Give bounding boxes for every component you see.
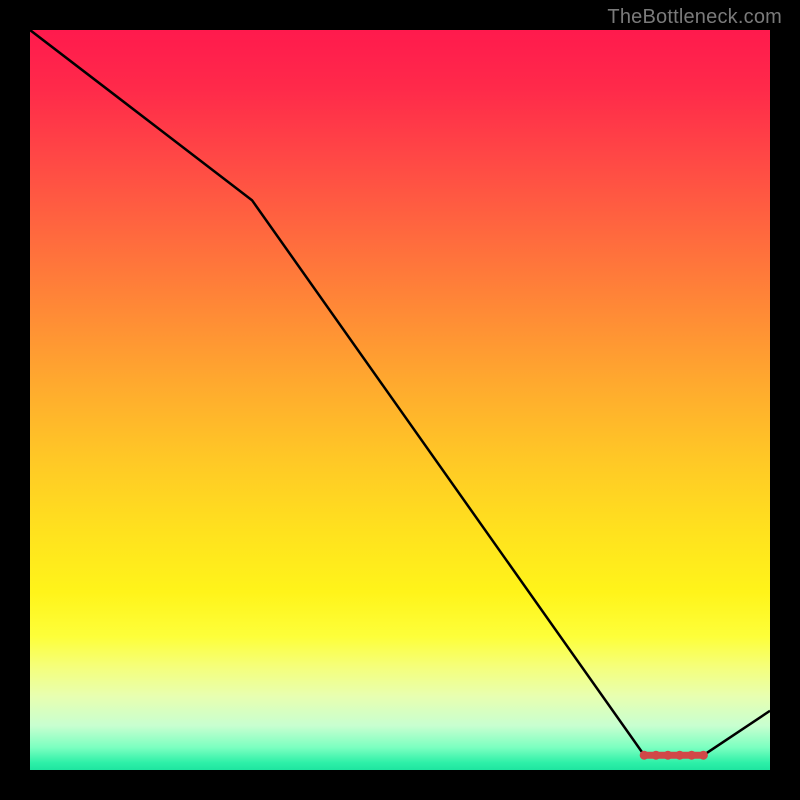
chart-svg bbox=[30, 30, 770, 770]
bottom-markers bbox=[640, 751, 708, 760]
chart-line bbox=[30, 30, 770, 755]
watermark: TheBottleneck.com bbox=[607, 6, 782, 29]
chart-frame: TheBottleneck.com bbox=[0, 0, 800, 800]
plot-area bbox=[30, 30, 770, 770]
